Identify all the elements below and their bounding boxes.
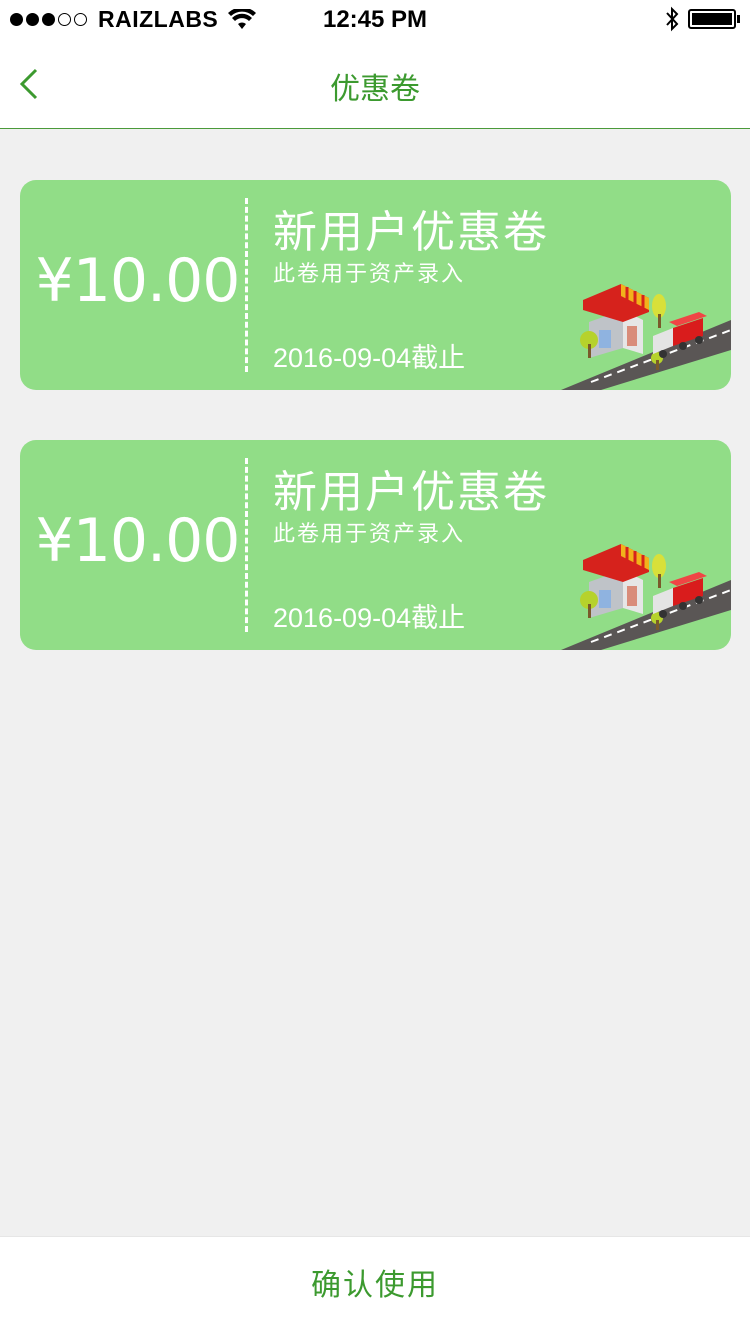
page-title: 优惠卷 (330, 72, 420, 107)
status-right (664, 6, 740, 32)
nav-bar: 优惠卷 (0, 40, 750, 129)
status-bar: RAIZLABS 12:45 PM (0, 0, 750, 40)
coupon-expiry: 2016-09-04截止 (273, 343, 466, 373)
coupon-divider (245, 198, 248, 372)
battery-tip (737, 15, 740, 23)
confirm-bar: 确认使用 (0, 1236, 750, 1335)
shop-and-truck-icon (561, 282, 731, 390)
coupon-description: 此卷用于资产录入 (273, 522, 466, 547)
shop-and-truck-icon (561, 542, 731, 650)
battery-icon (688, 9, 736, 29)
coupon-card[interactable]: ¥10.00 新用户优惠卷 此卷用于资产录入 2016-09-04截止 (20, 180, 731, 390)
bluetooth-icon (666, 6, 679, 32)
coupon-price: ¥10.00 (35, 506, 241, 576)
coupon-divider (245, 458, 248, 632)
status-time: 12:45 PM (322, 6, 428, 33)
coupon-card[interactable]: ¥10.00 新用户优惠卷 此卷用于资产录入 2016-09-04截止 (20, 440, 731, 650)
coupon-description: 此卷用于资产录入 (273, 262, 466, 287)
coupon-expiry: 2016-09-04截止 (273, 603, 466, 633)
coupon-title: 新用户优惠卷 (273, 467, 549, 518)
coupon-title: 新用户优惠卷 (273, 207, 549, 258)
coupon-price: ¥10.00 (35, 246, 241, 316)
confirm-use-button[interactable]: 确认使用 (0, 1237, 750, 1335)
